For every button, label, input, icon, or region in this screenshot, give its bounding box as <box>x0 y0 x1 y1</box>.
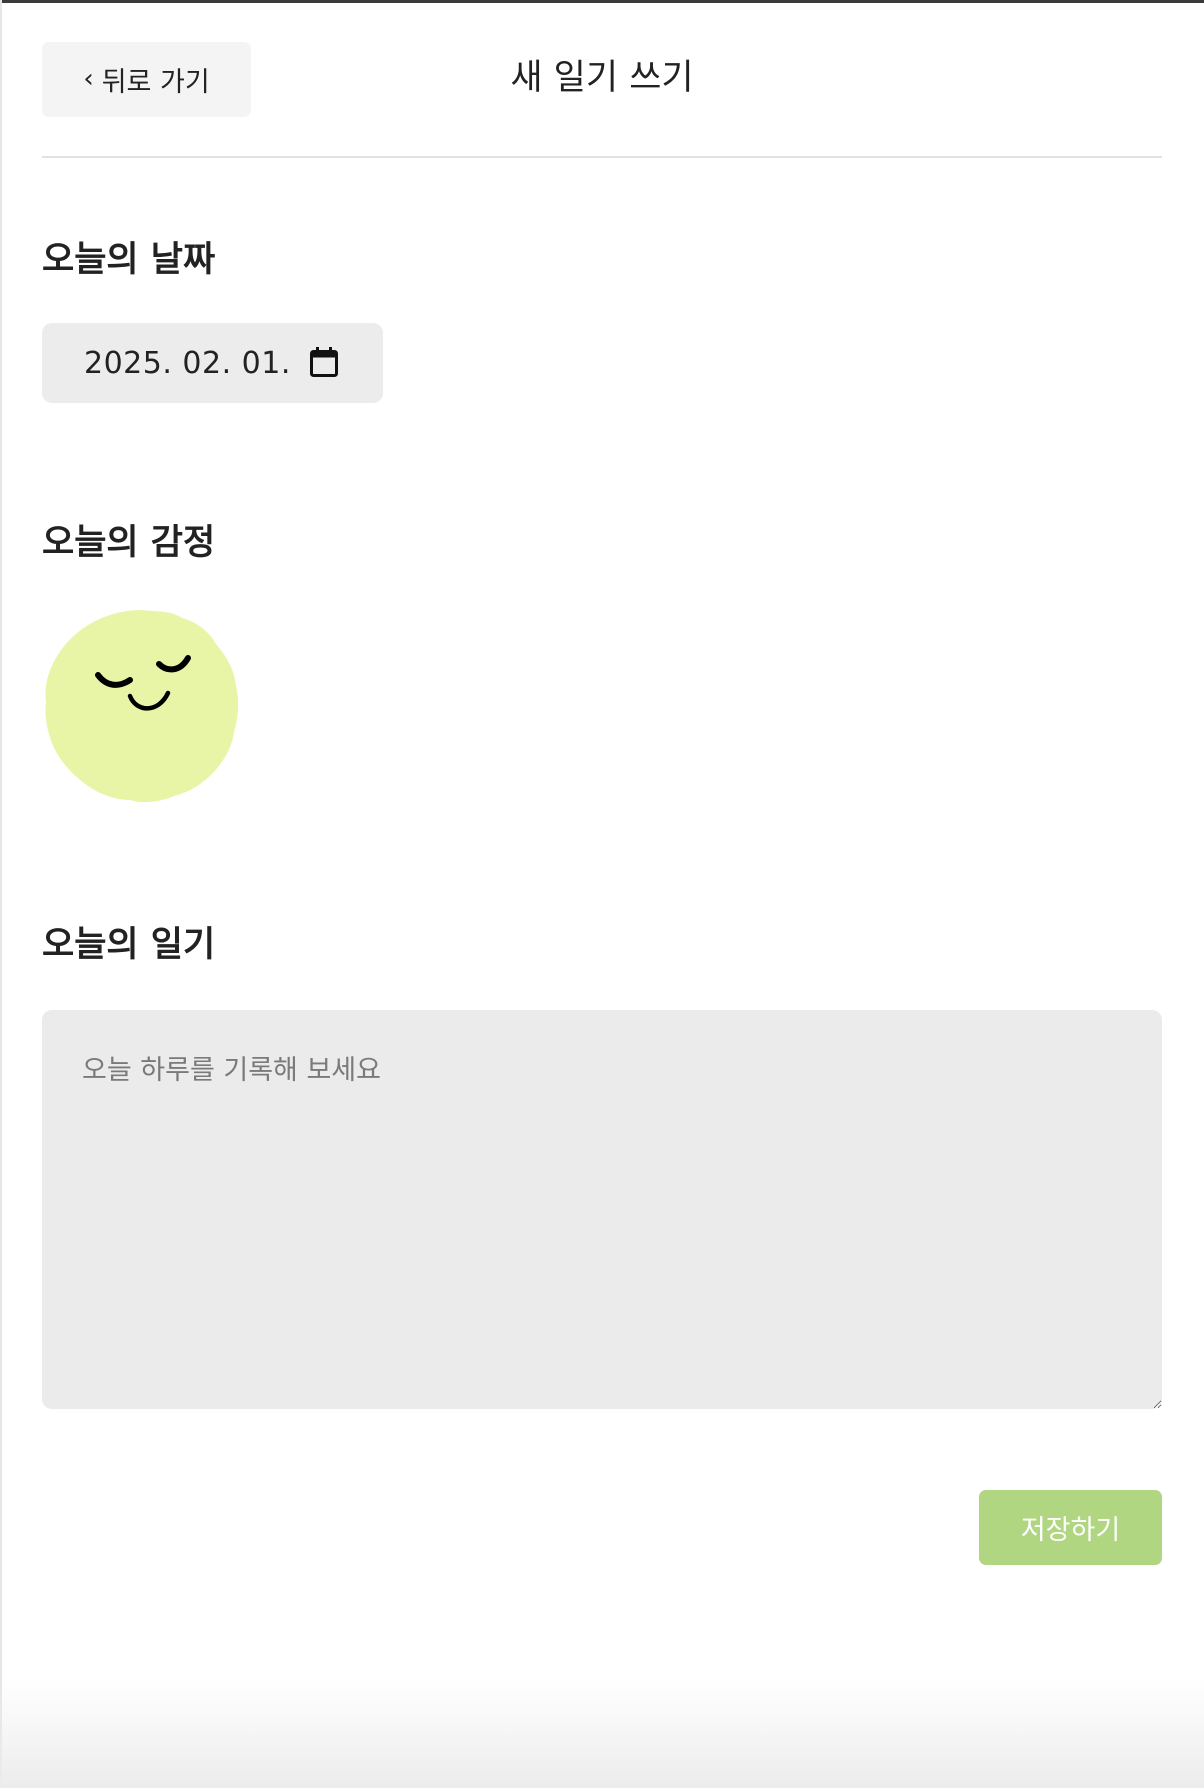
calendar-icon[interactable] <box>310 347 338 377</box>
bottom-fade <box>0 1678 1204 1788</box>
back-button[interactable]: ‹ 뒤로 가기 <box>42 42 251 117</box>
chevron-left-icon: ‹ <box>83 63 94 94</box>
diary-textarea[interactable] <box>42 1010 1162 1409</box>
diary-section-label: 오늘의 일기 <box>42 925 216 965</box>
back-button-label: 뒤로 가기 <box>101 67 210 98</box>
window-left-border <box>0 0 2 1788</box>
content-face-icon[interactable] <box>42 606 242 806</box>
date-value: 2025. 02. 01. <box>84 345 291 381</box>
date-input[interactable]: 2025. 02. 01. <box>42 323 383 403</box>
save-button[interactable]: 저장하기 <box>979 1490 1162 1565</box>
header-divider <box>42 156 1162 158</box>
date-section-label: 오늘의 날짜 <box>42 240 216 280</box>
window-top-border <box>0 0 1204 3</box>
emotion-section-label: 오늘의 감정 <box>42 523 216 563</box>
page-title: 새 일기 쓰기 <box>510 58 694 98</box>
